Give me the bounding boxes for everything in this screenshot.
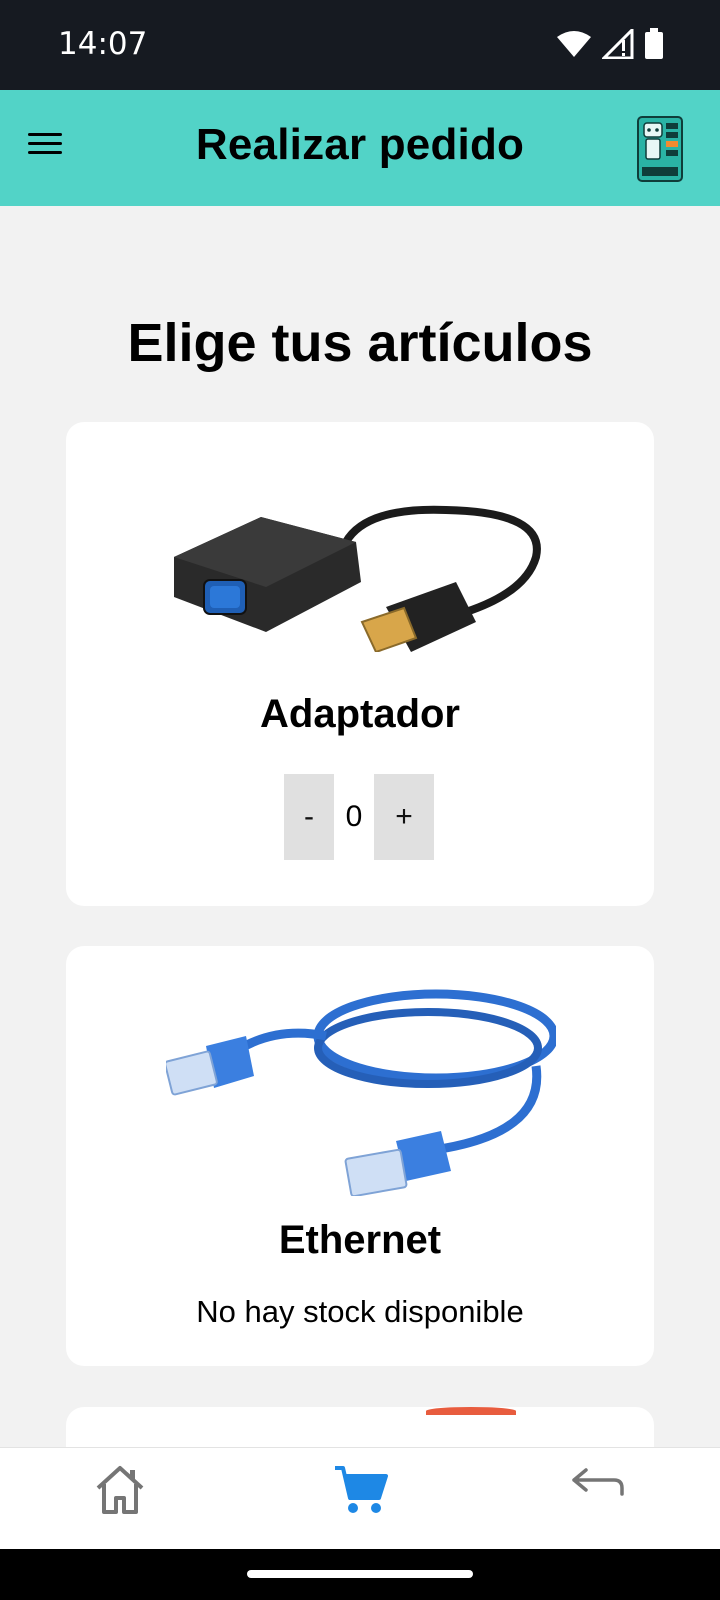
ethernet-cable-image (166, 989, 556, 1196)
back-arrow-icon (572, 1468, 624, 1496)
quantity-stepper: - 0 + (284, 774, 434, 860)
nav-back[interactable] (570, 1460, 630, 1520)
wifi-icon (557, 31, 591, 57)
product-name: Ethernet (278, 1218, 442, 1262)
status-bar: 14:07 (0, 0, 720, 90)
system-gesture-bar (0, 1549, 720, 1600)
quantity-value: 0 (345, 800, 363, 833)
product-card-adaptador: Adaptador - 0 + (66, 422, 654, 906)
increase-quantity-button[interactable]: + (374, 774, 434, 860)
nav-cart[interactable] (331, 1460, 391, 1520)
product-card-ethernet: Ethernet No hay stock disponible (66, 946, 654, 1366)
product-name: Adaptador (260, 692, 460, 736)
section-heading: Elige tus artículos (127, 313, 593, 373)
signal-icon (602, 29, 634, 59)
status-time: 14:07 (58, 26, 148, 62)
home-icon (96, 1466, 144, 1514)
home-gesture-handle[interactable] (247, 1570, 473, 1578)
bottom-nav (0, 1447, 720, 1550)
nav-home[interactable] (90, 1460, 150, 1520)
product-image-partial (426, 1407, 516, 1415)
status-icons (556, 28, 664, 60)
decrease-quantity-button[interactable]: - (284, 774, 334, 860)
app-header: Realizar pedido (0, 90, 720, 206)
robot-logo-icon (637, 116, 683, 182)
page-title: Realizar pedido (195, 120, 525, 169)
cart-icon (335, 1466, 388, 1513)
hdmi-vga-adapter-image (174, 505, 541, 652)
battery-icon (645, 28, 663, 59)
stock-status: No hay stock disponible (196, 1294, 524, 1329)
